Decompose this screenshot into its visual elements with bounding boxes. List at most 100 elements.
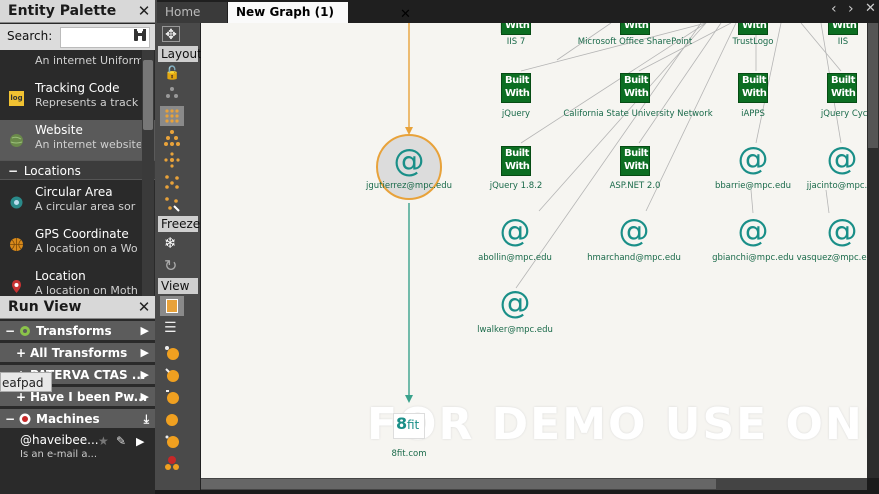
organic-layout-icon[interactable] (164, 174, 180, 190)
maltego-window: Entity Palette ✕ Search: An internet Uni… (0, 0, 879, 494)
machine-icon (19, 413, 31, 425)
eight-glyph: 8 (396, 414, 408, 433)
run-row-all-transforms[interactable]: + All Transforms ▶ (0, 343, 155, 363)
builtwith-icon[interactable]: BuiltWith (501, 23, 531, 35)
graph-horizontal-scrollbar-thumb[interactable] (201, 479, 716, 489)
website-favicon-icon[interactable]: 8 fit (393, 413, 425, 439)
gps-globe-icon (10, 238, 23, 251)
run-row-machines[interactable]: − Machines ⤓ (0, 409, 155, 429)
entity-desc: A location on a Wo (35, 242, 138, 255)
ranking-view-icon[interactable] (164, 455, 180, 471)
tracking-code-icon: log (9, 91, 24, 106)
weight-view-icon[interactable] (164, 411, 180, 427)
search-label: Search: (7, 29, 53, 43)
snowflake-icon[interactable]: ❄ (164, 234, 177, 252)
tab-scroll-right-icon[interactable]: › (848, 1, 854, 17)
tab-home[interactable]: Home (157, 2, 227, 23)
entity-palette-title: Entity Palette (8, 3, 117, 19)
links-view-icon[interactable] (164, 433, 180, 449)
rank-view-icon[interactable] (164, 389, 180, 405)
hierarchical-layout-icon[interactable] (164, 130, 180, 146)
leafpad-tooltip: eafpad (0, 372, 52, 392)
edge (825, 189, 830, 214)
download-icon[interactable]: ⤓ (144, 409, 149, 428)
tab-scroll-left-icon[interactable]: ‹ (831, 1, 837, 17)
run-view-header: Run View ✕ (0, 296, 155, 319)
email-icon[interactable]: @ (825, 215, 859, 249)
entity-location[interactable]: Location A location on Moth (0, 266, 155, 296)
email-icon[interactable]: @ (736, 215, 770, 249)
expand-icon: + (16, 346, 27, 360)
entity-palette: Entity Palette ✕ Search: An internet Uni… (0, 0, 155, 296)
node-label: gbianchi@mpc.edu (712, 253, 794, 263)
lock-icon[interactable]: 🔓 (164, 66, 180, 81)
circular-area-icon (10, 196, 23, 209)
run-view-close-button[interactable]: ✕ (137, 296, 151, 319)
run-arrow-icon[interactable]: ▶ (141, 365, 149, 384)
entity-desc: An internet Uniform (35, 54, 141, 67)
tab-close-icon[interactable]: ✕ (400, 4, 411, 25)
email-icon[interactable]: @ (498, 287, 532, 321)
machine-haveibeenpwned[interactable]: @haveibee... Is an e-mail a... ★ ✎ ▶ (0, 430, 155, 470)
tab-label: New Graph (1) (236, 5, 334, 19)
block-layout-icon[interactable] (164, 86, 180, 102)
entity-tracking-code[interactable]: log Tracking Code Represents a track (0, 78, 155, 120)
tab-new-graph[interactable]: New Graph (1) ✕ (228, 2, 411, 23)
email-icon[interactable]: @ (736, 143, 770, 177)
edit-icon[interactable]: ✎ (116, 434, 126, 448)
entity-website[interactable]: Website An internet website (0, 120, 155, 162)
close-window-icon[interactable]: ✕ (865, 1, 876, 16)
edge (520, 23, 707, 72)
node-label: abollin@mpc.edu (478, 253, 552, 263)
builtwith-icon[interactable]: BuiltWith (828, 23, 858, 35)
run-arrow-icon[interactable]: ▶ (136, 435, 144, 448)
run-arrow-icon[interactable]: ▶ (141, 321, 149, 340)
move-arrows-icon[interactable]: ✥ (162, 26, 180, 43)
entity-circular-area[interactable]: Circular Area A circular area sor (0, 182, 155, 224)
builtwith-icon[interactable]: BuiltWith (827, 73, 857, 103)
node-label: jQuery 1.8.2 (489, 181, 543, 191)
category-locations[interactable]: − Locations (0, 160, 155, 180)
entity-url[interactable]: An internet Uniform (0, 50, 155, 76)
bubble-view-icon[interactable] (164, 345, 180, 361)
node-label: iAPPS (741, 109, 765, 119)
bottom-edge (155, 490, 879, 494)
category-label: Locations (23, 164, 81, 178)
email-icon[interactable]: @ (617, 215, 651, 249)
refresh-icon[interactable]: ↻ (164, 256, 177, 275)
binoculars-icon[interactable] (132, 28, 148, 44)
builtwith-icon[interactable]: BuiltWith (620, 146, 650, 176)
builtwith-icon[interactable]: BuiltWith (620, 73, 650, 103)
builtwith-icon[interactable]: BuiltWith (501, 146, 531, 176)
star-icon[interactable]: ★ (98, 434, 109, 448)
entity-palette-close-button[interactable]: ✕ (137, 0, 151, 23)
edge (515, 23, 702, 289)
email-icon[interactable]: @ (825, 143, 859, 177)
builtwith-icon[interactable]: BuiltWith (738, 23, 768, 35)
email-icon[interactable]: @ (392, 145, 426, 179)
interactive-layout-icon[interactable] (164, 196, 180, 212)
graph-tab-bar: Home New Graph (1) ✕ (157, 0, 879, 23)
machine-name: @haveibee... (20, 433, 99, 447)
grid-layout-icon (165, 109, 179, 123)
circular-layout-icon[interactable] (164, 152, 180, 168)
view-label: View (158, 278, 198, 294)
entity-name: Tracking Code (35, 81, 120, 95)
graph-vertical-scrollbar-thumb[interactable] (868, 23, 878, 148)
grid-layout-button[interactable] (160, 106, 184, 126)
run-row-transforms[interactable]: − Transforms ▶ (0, 321, 155, 341)
email-icon[interactable]: @ (498, 215, 532, 249)
machine-desc: Is an e-mail a... (20, 449, 98, 460)
run-arrow-icon[interactable]: ▶ (141, 343, 149, 362)
builtwith-icon[interactable]: BuiltWith (620, 23, 650, 35)
graph-canvas[interactable]: BuiltWith IIS 7 BuiltWith Microsoft Offi… (201, 23, 867, 478)
run-arrow-icon[interactable]: ▶ (141, 387, 149, 406)
list-view-icon[interactable]: ☰ (164, 320, 177, 336)
palette-scrollbar-thumb[interactable] (143, 60, 153, 130)
entity-gps-coordinate[interactable]: GPS Coordinate A location on a Wo (0, 224, 155, 266)
main-view-button[interactable] (160, 296, 184, 316)
entity-view-icon[interactable] (164, 367, 180, 383)
builtwith-icon[interactable]: BuiltWith (738, 73, 768, 103)
builtwith-icon[interactable]: BuiltWith (501, 73, 531, 103)
main-view-icon (166, 299, 178, 313)
